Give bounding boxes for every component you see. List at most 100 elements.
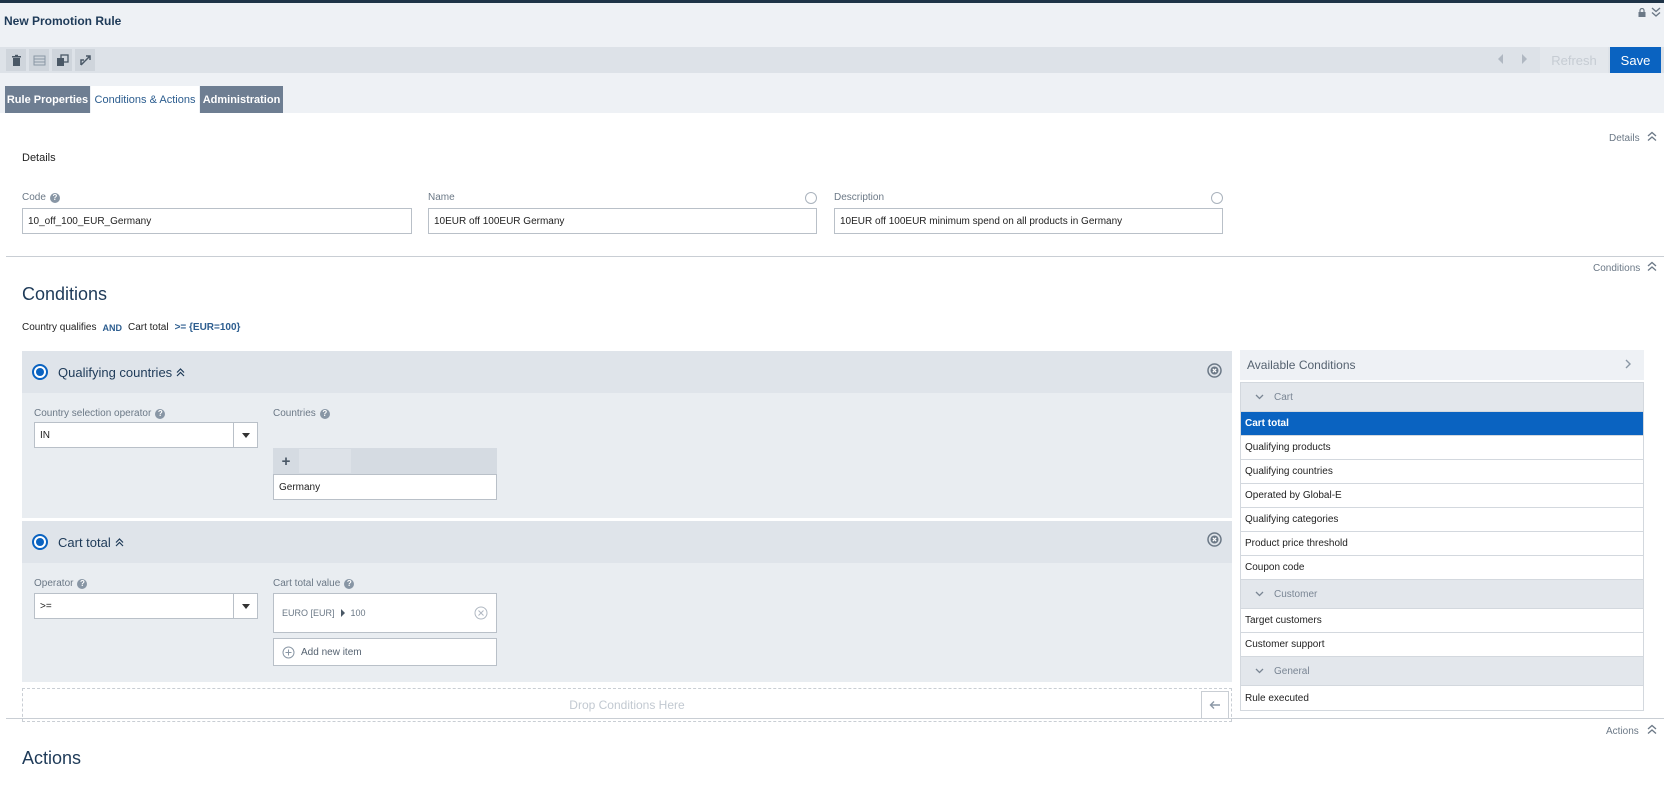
add-new-item-label: Add new item bbox=[301, 646, 362, 658]
qualifying-countries-header[interactable]: Qualifying countries bbox=[22, 351, 1232, 393]
help-icon[interactable]: ? bbox=[155, 408, 166, 419]
lock-icon[interactable] bbox=[1638, 8, 1646, 17]
compare-button[interactable] bbox=[75, 49, 95, 71]
collapse-chevron-icon[interactable] bbox=[176, 367, 185, 377]
cart-total-header[interactable]: Cart total bbox=[22, 521, 1232, 563]
add-new-item-button[interactable]: Add new item bbox=[273, 638, 497, 666]
chevron-down-icon bbox=[1255, 668, 1264, 674]
condition-rule-executed[interactable]: Rule executed bbox=[1241, 686, 1643, 710]
collapse-chevron-icon[interactable] bbox=[115, 537, 124, 547]
currency-label: EURO [EUR] bbox=[282, 608, 335, 618]
remove-condition-icon[interactable] bbox=[1207, 532, 1222, 547]
plus-circle-icon bbox=[282, 646, 295, 658]
details-heading: Details bbox=[22, 152, 56, 164]
chevron-down-icon bbox=[1255, 591, 1264, 597]
cart-operator-label: Operator ? bbox=[34, 578, 88, 589]
countries-label: Countries ? bbox=[273, 408, 330, 419]
cart-total-radio[interactable] bbox=[32, 534, 48, 550]
condition-product-price-threshold[interactable]: Product price threshold bbox=[1241, 532, 1643, 556]
window-header bbox=[0, 3, 1664, 47]
help-icon[interactable]: ? bbox=[344, 578, 355, 589]
tab-administration[interactable]: Administration bbox=[200, 86, 283, 113]
add-country-button[interactable]: + bbox=[274, 449, 298, 473]
tab-conditions-actions[interactable]: Conditions & Actions bbox=[91, 86, 199, 113]
triangle-right-icon bbox=[340, 609, 345, 617]
collapse-panel-button[interactable] bbox=[1201, 691, 1229, 719]
localize-name-icon[interactable] bbox=[805, 192, 817, 204]
qualifying-countries-title-text: Qualifying countries bbox=[58, 364, 173, 380]
drop-conditions-zone[interactable]: Drop Conditions Here bbox=[22, 688, 1232, 722]
window-title: New Promotion Rule bbox=[4, 14, 122, 28]
cart-value-entry[interactable]: EURO [EUR] 100 bbox=[273, 593, 497, 633]
condition-coupon-code[interactable]: Coupon code bbox=[1241, 556, 1643, 580]
copy-button[interactable] bbox=[52, 49, 72, 71]
save-button[interactable]: Save bbox=[1610, 47, 1661, 73]
cart-operator-value: >= bbox=[40, 600, 52, 612]
actions-section-link[interactable]: Actions bbox=[1606, 726, 1639, 737]
divider bbox=[6, 256, 1664, 257]
group-general[interactable]: General bbox=[1241, 657, 1643, 686]
qualifying-countries-body bbox=[22, 393, 1232, 518]
condition-qualifying-categories[interactable]: Qualifying categories bbox=[1241, 508, 1643, 532]
next-arrow-icon[interactable] bbox=[1518, 52, 1530, 66]
previous-arrow-icon[interactable] bbox=[1495, 52, 1507, 66]
name-input[interactable]: 10EUR off 100EUR Germany bbox=[428, 208, 817, 234]
country-operator-value: IN bbox=[40, 429, 50, 441]
delete-button[interactable] bbox=[6, 49, 26, 71]
remove-condition-icon[interactable] bbox=[1207, 363, 1222, 378]
cart-value-label: Cart total value ? bbox=[273, 578, 355, 589]
code-label: Code ? bbox=[22, 192, 60, 203]
dropdown-button[interactable] bbox=[233, 594, 257, 618]
code-input[interactable]: 10_off_100_EUR_Germany bbox=[22, 208, 412, 234]
collapse-conditions-icon[interactable] bbox=[1647, 261, 1657, 272]
cart-operator-label-text: Operator bbox=[34, 578, 74, 589]
condition-operated-by-global-e[interactable]: Operated by Global-E bbox=[1241, 484, 1643, 508]
refresh-button[interactable]: Refresh bbox=[1540, 47, 1608, 73]
trash-icon bbox=[11, 54, 21, 66]
disabled-list-actions bbox=[299, 449, 351, 473]
chevron-right-icon[interactable] bbox=[1624, 358, 1632, 370]
description-label: Description bbox=[834, 192, 885, 203]
available-conditions-header[interactable]: Available Conditions bbox=[1240, 350, 1644, 380]
description-input[interactable]: 10EUR off 100EUR minimum spend on all pr… bbox=[834, 208, 1223, 234]
dropdown-button[interactable] bbox=[233, 423, 257, 447]
group-cart[interactable]: Cart bbox=[1241, 383, 1643, 412]
condition-cart-total[interactable]: Cart total bbox=[1241, 412, 1643, 436]
clear-value-icon[interactable] bbox=[474, 606, 488, 620]
help-icon[interactable]: ? bbox=[49, 192, 60, 203]
group-customer[interactable]: Customer bbox=[1241, 580, 1643, 609]
collapse-actions-icon[interactable] bbox=[1647, 724, 1657, 735]
conditions-summary: Country qualifies AND Cart total >= {EUR… bbox=[22, 322, 240, 333]
chevron-down-icon bbox=[1255, 394, 1264, 400]
cart-total-title: Cart total bbox=[58, 535, 124, 550]
details-section-link[interactable]: Details bbox=[1609, 133, 1640, 144]
table-button[interactable] bbox=[29, 49, 49, 71]
collapse-details-icon[interactable] bbox=[1647, 131, 1657, 142]
name-label: Name bbox=[428, 192, 455, 203]
summary-second: Cart total bbox=[127, 322, 169, 333]
country-operator-select[interactable]: IN bbox=[34, 422, 258, 448]
condition-target-customers[interactable]: Target customers bbox=[1241, 609, 1643, 633]
country-item-germany[interactable]: Germany bbox=[273, 474, 497, 500]
help-icon[interactable]: ? bbox=[77, 578, 88, 589]
condition-qualifying-countries[interactable]: Qualifying countries bbox=[1241, 460, 1643, 484]
condition-qualifying-products[interactable]: Qualifying products bbox=[1241, 436, 1643, 460]
country-operator-label: Country selection operator ? bbox=[34, 408, 166, 419]
amount-value: 100 bbox=[350, 608, 366, 618]
copy-icon bbox=[56, 53, 69, 66]
group-general-label: General bbox=[1274, 665, 1310, 677]
conditions-section-link[interactable]: Conditions bbox=[1593, 263, 1640, 274]
code-label-text: Code bbox=[22, 192, 46, 203]
country-operator-label-text: Country selection operator bbox=[34, 408, 152, 419]
collapse-window-icon[interactable] bbox=[1651, 6, 1661, 18]
localize-description-icon[interactable] bbox=[1211, 192, 1223, 204]
help-icon[interactable]: ? bbox=[319, 408, 330, 419]
tab-rule-properties[interactable]: Rule Properties bbox=[5, 86, 90, 113]
toolbar bbox=[0, 47, 1664, 73]
qualifying-countries-title: Qualifying countries bbox=[58, 365, 185, 380]
summary-operator: AND bbox=[102, 322, 122, 333]
group-customer-label: Customer bbox=[1274, 588, 1318, 600]
condition-customer-support[interactable]: Customer support bbox=[1241, 633, 1643, 657]
qualifying-countries-radio[interactable] bbox=[32, 364, 48, 380]
cart-operator-select[interactable]: >= bbox=[34, 593, 258, 619]
